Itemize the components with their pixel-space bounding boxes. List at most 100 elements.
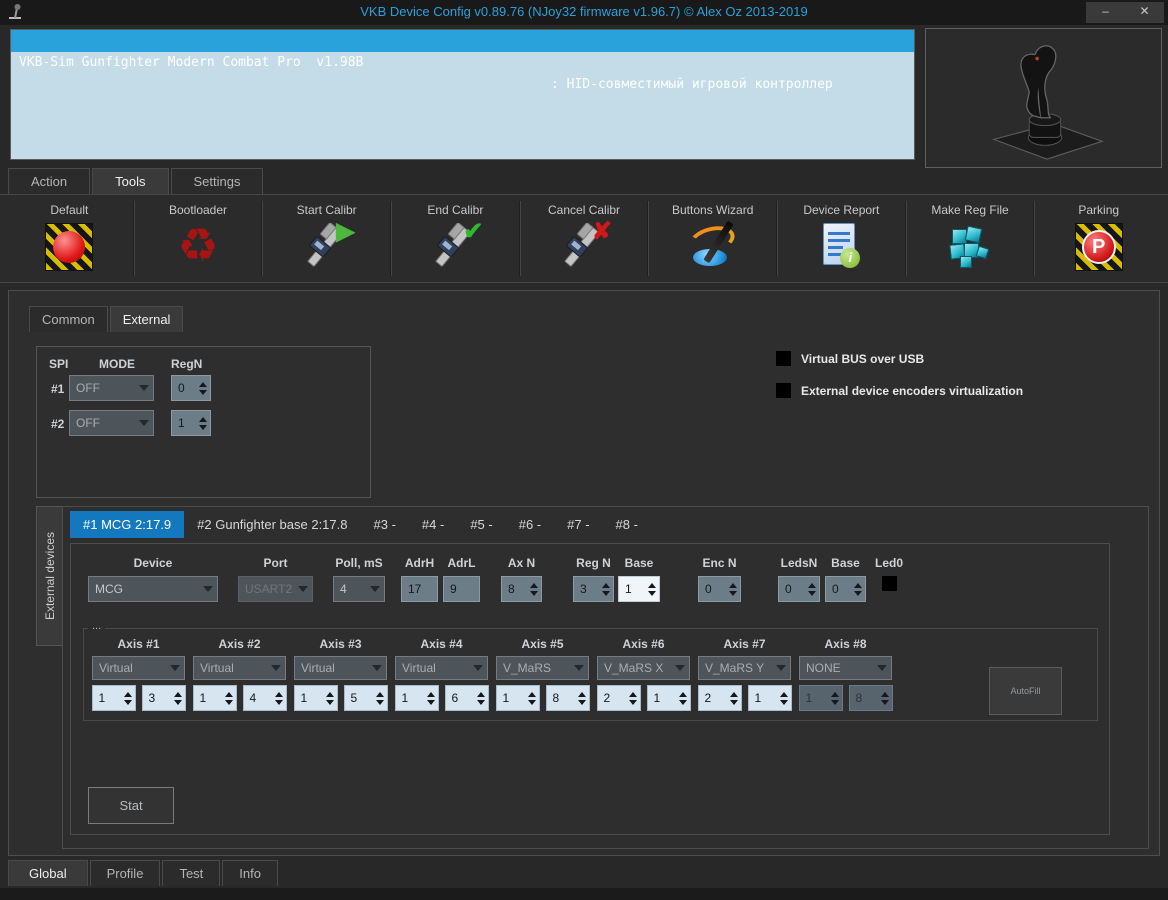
axis-6-spinner-a[interactable]: 2 — [596, 685, 641, 711]
default-button[interactable]: Default — [8, 199, 131, 278]
axis-6-spinner-b[interactable]: 1 — [646, 685, 691, 711]
device-tab-5[interactable]: #5 - — [457, 511, 505, 538]
tab-tools[interactable]: Tools — [92, 168, 169, 194]
axis-5-spinner-b[interactable]: 8 — [545, 685, 590, 711]
regn-spinner[interactable]: 3 — [573, 576, 614, 602]
tab-action[interactable]: Action — [8, 168, 91, 194]
axis-2-spinner-b[interactable]: 4 — [242, 685, 287, 711]
axis-3-mode-dropdown[interactable]: Virtual — [294, 656, 387, 680]
spinner-arrows-icon[interactable] — [121, 686, 135, 710]
spinner-arrows-icon[interactable] — [222, 686, 236, 710]
spinner-arrows-icon[interactable] — [575, 686, 589, 710]
adrl-input[interactable]: 9 — [443, 576, 480, 602]
start-calibr-button[interactable]: Start Calibr ▶ — [265, 199, 388, 278]
axis-6-mode-dropdown[interactable]: V_MaRS X — [597, 656, 690, 680]
parking-button[interactable]: Parking P — [1037, 199, 1160, 278]
tab-common[interactable]: Common — [29, 306, 108, 332]
spi2-regn-spinner[interactable]: 1 — [171, 410, 211, 436]
spi2-mode-dropdown[interactable]: OFF — [69, 410, 154, 436]
device-tab-2[interactable]: #2 Gunfighter base 2:17.8 — [184, 511, 360, 538]
virtual-bus-option[interactable]: Virtual BUS over USB — [776, 351, 924, 366]
axis-3-spinner-a[interactable]: 1 — [293, 685, 338, 711]
device-list[interactable]: VKB-Sim Gunfighter Modern Combat Pro v1.… — [10, 29, 915, 160]
base-spinner[interactable]: 1 — [618, 576, 660, 602]
spinner-arrows-icon[interactable] — [196, 376, 210, 400]
axis-3-spinner-b[interactable]: 5 — [343, 685, 388, 711]
base2-spinner[interactable]: 0 — [825, 576, 866, 602]
axis-4-spinner-b[interactable]: 6 — [444, 685, 489, 711]
device-dropdown[interactable]: MCG — [88, 576, 218, 602]
device-tab-1[interactable]: #1 MCG 2:17.9 — [70, 511, 185, 538]
axis-8-spinner-a[interactable]: 1 — [798, 685, 843, 711]
close-button[interactable]: ✕ — [1125, 2, 1164, 23]
buttons-wizard-button[interactable]: Buttons Wizard — [651, 199, 774, 278]
encn-spinner[interactable]: 0 — [698, 576, 741, 602]
stat-button[interactable]: Stat — [88, 787, 174, 824]
device-tab-3[interactable]: #3 - — [361, 511, 409, 538]
external-devices-side-tab[interactable]: External devices — [36, 506, 62, 646]
axis-8-spinner-b[interactable]: 8 — [848, 685, 893, 711]
end-calibr-button[interactable]: End Calibr ✔ — [394, 199, 517, 278]
autofill-button[interactable]: AutoFill — [989, 667, 1062, 715]
spinner-arrows-icon[interactable] — [805, 577, 819, 601]
spinner-arrows-icon[interactable] — [645, 577, 659, 601]
device-report-button[interactable]: Device Report i — [780, 199, 903, 278]
axis-4-mode-dropdown[interactable]: Virtual — [395, 656, 488, 680]
spinner-arrows-icon[interactable] — [828, 686, 842, 710]
tab-profile[interactable]: Profile — [89, 860, 161, 886]
tab-global[interactable]: Global — [8, 860, 88, 886]
device-tab-7[interactable]: #7 - — [554, 511, 602, 538]
spi1-regn-spinner[interactable]: 0 — [171, 375, 211, 401]
spinner-arrows-icon[interactable] — [676, 686, 690, 710]
axn-spinner[interactable]: 8 — [501, 576, 542, 602]
tab-test[interactable]: Test — [162, 860, 221, 886]
axis-8-mode-dropdown[interactable]: NONE — [799, 656, 892, 680]
cancel-calibr-button[interactable]: Cancel Calibr ✘ — [523, 199, 646, 278]
spinner-arrows-icon[interactable] — [373, 686, 387, 710]
spinner-arrows-icon[interactable] — [851, 577, 865, 601]
axis-7-mode-dropdown[interactable]: V_MaRS Y — [698, 656, 791, 680]
adrh-input[interactable]: 17 — [401, 576, 438, 602]
axis-7-spinner-a[interactable]: 2 — [697, 685, 742, 711]
bootloader-button[interactable]: Bootloader ♻ — [137, 199, 260, 278]
tab-settings[interactable]: Settings — [170, 168, 264, 194]
spinner-arrows-icon[interactable] — [323, 686, 337, 710]
device-tab-8[interactable]: #8 - — [603, 511, 651, 538]
spinner-arrows-icon[interactable] — [474, 686, 488, 710]
make-reg-file-button[interactable]: Make Reg File — [909, 199, 1032, 278]
axis-4-spinner-a[interactable]: 1 — [394, 685, 439, 711]
spinner-arrows-icon[interactable] — [626, 686, 640, 710]
led0-checkbox[interactable] — [881, 576, 897, 591]
axis-1-spinner-b[interactable]: 3 — [141, 685, 186, 711]
port-dropdown[interactable]: USART2 — [238, 576, 313, 602]
axis-1-mode-dropdown[interactable]: Virtual — [92, 656, 185, 680]
device-tab-4[interactable]: #4 - — [409, 511, 457, 538]
spinner-arrows-icon[interactable] — [272, 686, 286, 710]
encoder-virt-checkbox[interactable] — [776, 383, 791, 398]
device-tab-6[interactable]: #6 - — [506, 511, 554, 538]
spinner-arrows-icon[interactable] — [726, 577, 740, 601]
spinner-arrows-icon[interactable] — [599, 577, 613, 601]
spinner-arrows-icon[interactable] — [196, 411, 210, 435]
spinner-arrows-icon[interactable] — [727, 686, 741, 710]
spi1-mode-dropdown[interactable]: OFF — [69, 375, 154, 401]
axis-7-spinner-b[interactable]: 1 — [747, 685, 792, 711]
poll-dropdown[interactable]: 4 — [333, 576, 385, 602]
spinner-arrows-icon[interactable] — [777, 686, 791, 710]
virtual-bus-checkbox[interactable] — [776, 351, 791, 366]
spinner-arrows-icon[interactable] — [878, 686, 892, 710]
spinner-arrows-icon[interactable] — [527, 577, 541, 601]
spinner-arrows-icon[interactable] — [525, 686, 539, 710]
axis-1-spinner-a[interactable]: 1 — [91, 685, 136, 711]
ledsn-spinner[interactable]: 0 — [778, 576, 820, 602]
axis-2-spinner-a[interactable]: 1 — [192, 685, 237, 711]
spinner-arrows-icon[interactable] — [171, 686, 185, 710]
minimize-button[interactable]: – — [1086, 2, 1125, 23]
axis-2-mode-dropdown[interactable]: Virtual — [193, 656, 286, 680]
axis-5-spinner-a[interactable]: 1 — [495, 685, 540, 711]
spinner-arrows-icon[interactable] — [424, 686, 438, 710]
tab-external[interactable]: External — [109, 306, 184, 332]
device-list-selected-row[interactable]: VKB-Sim Gunfighter Modern Combat Pro v1.… — [11, 30, 914, 92]
encoder-virt-option[interactable]: External device encoders virtualization — [776, 383, 1023, 398]
axis-5-mode-dropdown[interactable]: V_MaRS — [496, 656, 589, 680]
